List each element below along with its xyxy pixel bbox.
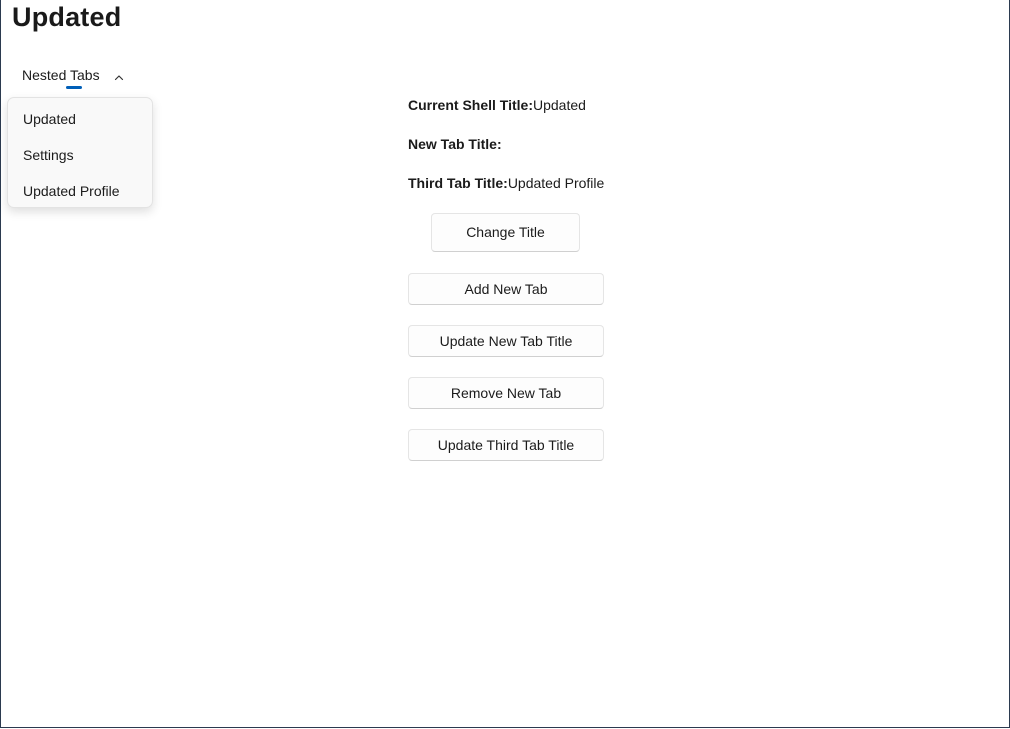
current-shell-title-row: Current Shell Title:Updated xyxy=(408,97,586,113)
change-title-button[interactable]: Change Title xyxy=(431,213,580,252)
third-tab-title-value: Updated Profile xyxy=(507,175,605,191)
current-shell-title-value: Updated xyxy=(532,97,586,113)
tab-label: Nested Tabs xyxy=(22,67,100,83)
page-title: Updated xyxy=(12,2,122,32)
remove-new-tab-button[interactable]: Remove New Tab xyxy=(408,377,604,409)
add-new-tab-button[interactable]: Add New Tab xyxy=(408,273,604,305)
flyout-item-updated-profile[interactable]: Updated Profile xyxy=(8,173,152,209)
flyout-item-settings[interactable]: Settings xyxy=(8,137,152,173)
flyout-item-updated[interactable]: Updated xyxy=(8,101,152,137)
new-tab-title-label: New Tab Title: xyxy=(408,136,502,152)
third-tab-title-row: Third Tab Title:Updated Profile xyxy=(408,175,604,191)
third-tab-title-label: Third Tab Title: xyxy=(408,175,508,191)
selected-tab-indicator xyxy=(66,86,82,89)
update-new-tab-title-button[interactable]: Update New Tab Title xyxy=(408,325,604,357)
current-shell-title-label: Current Shell Title: xyxy=(408,97,533,113)
update-third-tab-title-button[interactable]: Update Third Tab Title xyxy=(408,429,604,461)
chevron-up-icon[interactable] xyxy=(114,70,124,81)
app-window: Updated Nested Tabs Updated Settings Upd… xyxy=(0,0,1010,728)
new-tab-title-row: New Tab Title: xyxy=(408,136,502,152)
tabs-flyout-menu: Updated Settings Updated Profile xyxy=(7,97,153,208)
